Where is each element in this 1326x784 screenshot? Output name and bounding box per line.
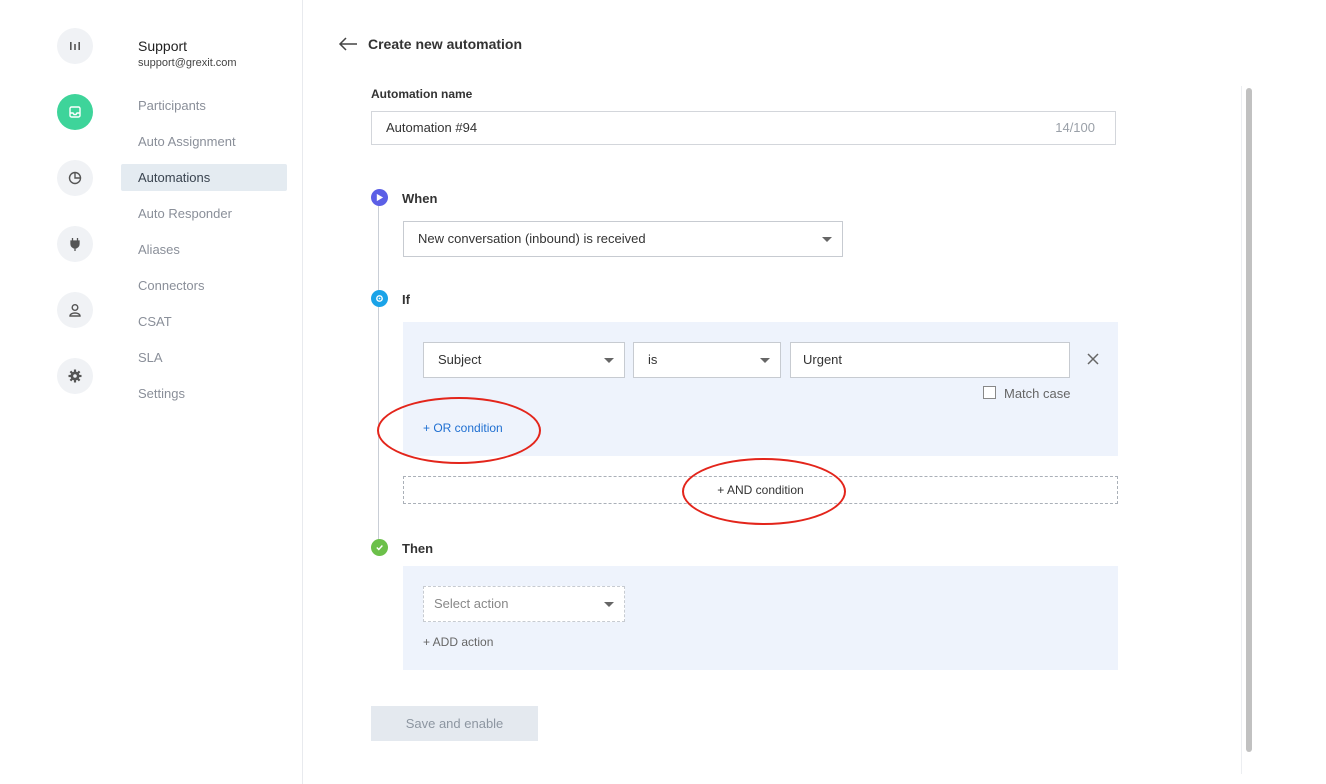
icon-rail [0,0,120,784]
automation-name-value: Automation #94 [386,120,478,135]
automation-name-input[interactable]: Automation #94 14/100 [371,111,1116,145]
add-and-condition-button[interactable]: + AND condition [403,476,1118,504]
when-label: When [402,191,438,206]
scrollbar[interactable] [1241,86,1255,774]
trigger-select[interactable]: New conversation (inbound) is received [403,221,843,257]
chevron-down-icon [604,358,614,363]
condition-value-text: Urgent [803,352,843,367]
nav-item-auto-assignment[interactable]: Auto Assignment [121,128,287,155]
chevron-down-icon [822,237,832,242]
match-case-checkbox[interactable] [983,386,996,399]
analytics-icon[interactable] [57,28,93,64]
play-icon [371,189,388,206]
nav-item-automations[interactable]: Automations [121,164,287,191]
chevron-down-icon [604,602,614,607]
nav-item-connectors[interactable]: Connectors [121,272,287,299]
character-counter: 14/100 [1055,120,1095,135]
then-label: Then [402,541,434,556]
condition-field-select[interactable]: Subject [423,342,625,378]
trigger-select-value: New conversation (inbound) is received [418,231,646,246]
checkmark-icon [371,539,388,556]
inbox-name: Support [138,38,188,54]
condition-operator-select[interactable]: is [633,342,781,378]
chevron-down-icon [760,358,770,363]
if-label: If [402,292,410,307]
integrations-plug-icon[interactable] [57,226,93,262]
close-icon[interactable] [1086,352,1100,366]
reports-icon[interactable] [57,160,93,196]
nav-item-participants[interactable]: Participants [121,92,287,119]
save-and-enable-button[interactable]: Save and enable [371,706,538,741]
page-title: Create new automation [368,36,523,52]
nav-item-auto-responder[interactable]: Auto Responder [121,200,287,227]
condition-value-input[interactable]: Urgent [790,342,1070,378]
nav-item-csat[interactable]: CSAT [121,308,287,335]
nav-item-aliases[interactable]: Aliases [121,236,287,263]
scrollbar-thumb[interactable] [1246,88,1252,752]
inbox-icon[interactable] [57,94,93,130]
user-icon[interactable] [57,292,93,328]
nav-item-settings[interactable]: Settings [121,380,287,407]
action-select[interactable]: Select action [423,586,625,622]
action-select-placeholder: Select action [434,596,509,611]
nav-item-sla[interactable]: SLA [121,344,287,371]
add-action-link[interactable]: + ADD action [423,635,493,649]
condition-operator-value: is [648,352,658,367]
gear-icon [371,290,388,307]
inbox-email: support@grexit.com [138,57,237,69]
automation-name-label: Automation name [371,87,473,101]
back-arrow-icon[interactable] [338,36,358,52]
add-or-condition-link[interactable]: + OR condition [423,421,503,435]
condition-field-value: Subject [438,352,482,367]
settings-nav: Support support@grexit.com Participants … [121,0,303,784]
match-case-label: Match case [1004,386,1071,401]
steps-timeline [378,205,379,540]
settings-gear-icon[interactable] [57,358,93,394]
